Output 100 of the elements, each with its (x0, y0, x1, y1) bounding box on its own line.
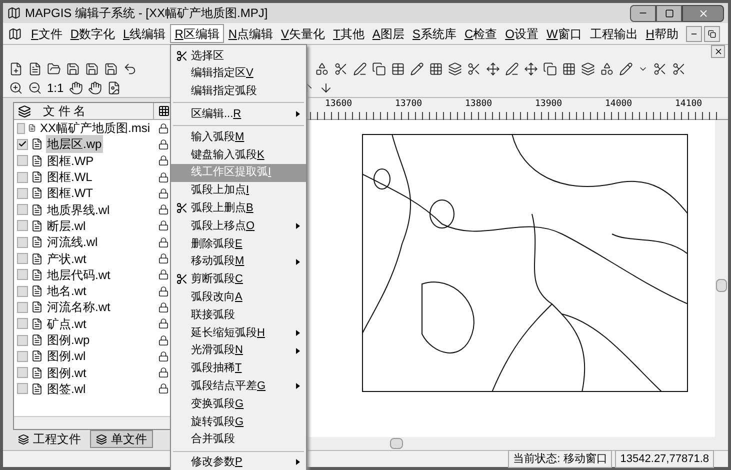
checkbox[interactable] (17, 383, 28, 394)
checkbox[interactable] (17, 334, 28, 346)
lock-icon[interactable] (158, 220, 169, 232)
menu-option[interactable]: 区编辑...R (171, 105, 306, 124)
file-name[interactable]: 地层区.wp (46, 135, 103, 154)
close-button[interactable] (682, 4, 724, 22)
save-icon[interactable] (66, 62, 80, 76)
lock-icon[interactable] (158, 286, 169, 297)
lock-icon[interactable] (158, 269, 169, 280)
lock-icon[interactable] (158, 155, 169, 166)
lock-icon[interactable] (158, 204, 169, 216)
menu-item[interactable]: V矢量化 (277, 24, 330, 43)
copy-icon[interactable] (372, 62, 386, 76)
menu-item[interactable]: D数字化 (66, 24, 120, 43)
shape-icon[interactable] (600, 62, 614, 76)
zoom-ratio[interactable]: 1:1 (47, 79, 64, 97)
menu-option[interactable]: 联接弧段 (171, 306, 306, 324)
scissors-icon[interactable] (334, 62, 348, 76)
menu-item[interactable]: W窗口 (542, 24, 586, 43)
scrollbar-thumb[interactable] (390, 438, 403, 449)
new-file-icon[interactable] (9, 62, 23, 76)
pen-icon[interactable] (505, 62, 519, 76)
menu-item[interactable]: N点编辑 (224, 24, 278, 43)
checkbox[interactable] (17, 318, 28, 330)
menu-option[interactable]: 选择区 (171, 47, 306, 65)
menu-option[interactable]: 修改参数P (171, 454, 306, 470)
menu-option[interactable]: 合并弧段 (171, 430, 306, 449)
menu-option[interactable]: 键盘输入弧段K (171, 146, 306, 164)
scissors-icon[interactable] (672, 62, 686, 76)
file-name[interactable]: 图框.WT (46, 184, 94, 202)
menu-option[interactable]: 编辑指定区V (171, 64, 306, 83)
menu-option[interactable]: 删除弧段E (171, 234, 306, 253)
maximize-button[interactable] (656, 4, 682, 22)
file-name[interactable]: 地层代码.wt (46, 266, 112, 284)
lock-icon[interactable] (158, 188, 169, 199)
checkbox[interactable] (17, 367, 28, 378)
zoom-in-icon[interactable] (9, 81, 23, 95)
pen-icon[interactable] (353, 62, 367, 76)
checkbox[interactable] (17, 286, 28, 297)
scissors-icon[interactable] (653, 62, 667, 76)
menu-option[interactable]: 输入弧段M (171, 128, 306, 146)
menu-item[interactable]: H帮助 (642, 24, 682, 43)
shape-icon[interactable] (315, 62, 329, 76)
checkbox[interactable] (17, 204, 28, 216)
save-icon[interactable] (85, 62, 99, 76)
undo-icon[interactable] (123, 62, 137, 76)
lock-icon[interactable] (158, 172, 169, 183)
menu-item[interactable]: O设置 (501, 24, 542, 43)
file-name[interactable]: 矿点.wt (46, 314, 88, 333)
file-name[interactable]: 图例.wl (46, 347, 87, 366)
menu-item[interactable]: 工程输出 (586, 24, 642, 43)
checkbox[interactable] (17, 236, 28, 248)
lock-icon[interactable] (158, 350, 169, 362)
layers-icon[interactable] (581, 62, 595, 76)
arrow-down-icon[interactable] (318, 81, 333, 95)
layers-icon[interactable] (448, 62, 462, 76)
grid-icon[interactable] (562, 62, 576, 76)
restore-button[interactable] (704, 26, 720, 42)
hand-icon[interactable] (68, 81, 83, 95)
table-icon[interactable] (391, 62, 405, 76)
file-name[interactable]: 断层.wl (46, 216, 87, 235)
menu-option[interactable]: 弧段上移点O (171, 217, 306, 235)
menu-option[interactable]: 变换弧段G (171, 395, 306, 413)
zoom-out-icon[interactable] (28, 81, 42, 95)
menu-option[interactable]: 旋转弧段G (171, 412, 306, 431)
menu-option[interactable]: 编辑指定弧段 (171, 82, 306, 100)
file-name[interactable]: 河流线.wl (46, 233, 99, 252)
file-name[interactable]: 地质界线.wl (46, 200, 111, 219)
save-icon[interactable] (104, 62, 118, 76)
checkbox[interactable] (17, 302, 28, 313)
file-name[interactable]: 图签.wl (46, 380, 87, 398)
menu-item[interactable]: C检查 (460, 24, 502, 43)
file-name[interactable]: 图框.WP (46, 152, 95, 170)
file-name[interactable]: XX幅矿产地质图.msi (38, 120, 151, 138)
menu-option[interactable]: 弧段抽稀T (171, 360, 306, 378)
checkbox[interactable] (17, 220, 28, 232)
menu-item[interactable]: S系统库 (408, 24, 460, 43)
menu-option[interactable]: 光滑弧段N (171, 342, 306, 360)
menu-item[interactable]: A图层 (368, 24, 408, 43)
hand-icon[interactable] (88, 81, 102, 95)
checkbox[interactable] (17, 350, 28, 362)
file-name[interactable]: 地名.wt (46, 282, 88, 300)
menu-option[interactable]: 移动弧段M (171, 252, 306, 271)
checkbox[interactable] (17, 253, 28, 264)
menu-option[interactable]: 弧段上删点B (171, 199, 306, 218)
lock-icon[interactable] (158, 122, 169, 134)
pencil-icon[interactable] (410, 62, 424, 76)
lock-icon[interactable] (158, 367, 169, 378)
grid-icon[interactable] (429, 62, 443, 76)
scissors-icon[interactable] (467, 62, 481, 76)
lock-icon[interactable] (158, 253, 169, 264)
panel-tab[interactable]: 单文件 (90, 430, 153, 448)
vertical-scrollbar[interactable] (715, 120, 728, 450)
menu-option[interactable]: 弧段结点平差G (171, 377, 306, 396)
menu-item[interactable]: L线编辑 (119, 24, 170, 43)
copy-icon[interactable] (543, 62, 557, 76)
move-icon[interactable] (524, 62, 538, 76)
file-name[interactable]: 图例.wt (46, 364, 88, 382)
checkbox[interactable] (17, 155, 28, 166)
lock-icon[interactable] (158, 383, 169, 394)
